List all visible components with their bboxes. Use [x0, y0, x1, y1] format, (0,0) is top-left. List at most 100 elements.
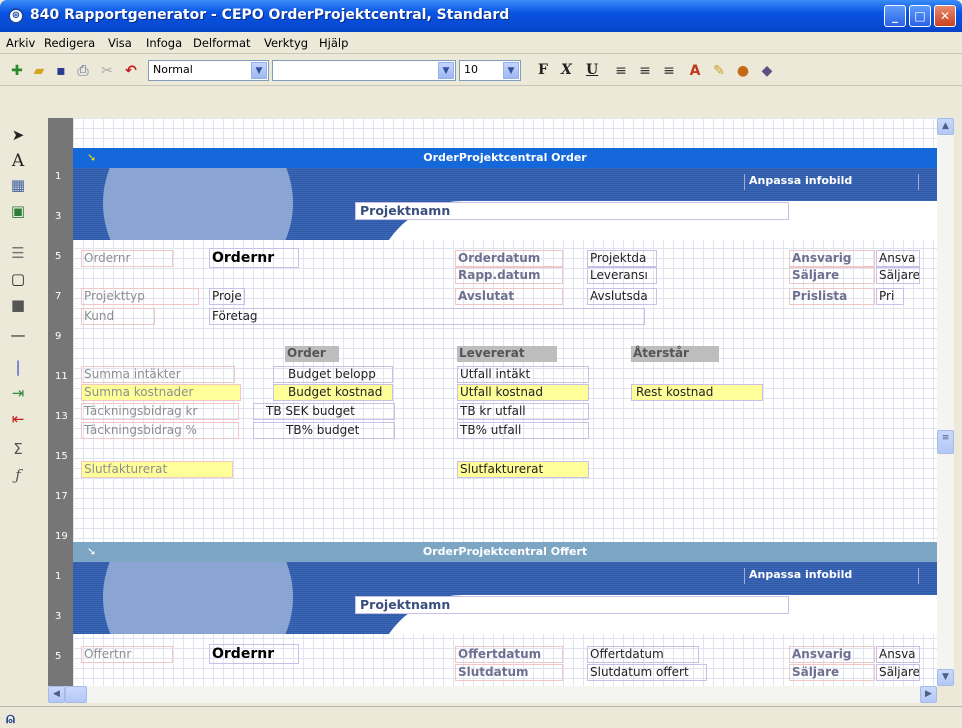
row-label: Täckningsbidrag kr: [81, 403, 239, 420]
row-lev-value[interactable]: TB% utfall: [457, 422, 589, 439]
arrow-icon: ➘: [87, 151, 97, 164]
kund-label: Kund: [81, 308, 155, 325]
rapp-datum-value[interactable]: Leveransı: [587, 267, 657, 284]
projekttyp-value[interactable]: Proje: [209, 288, 245, 305]
col-header-order: Order: [285, 346, 339, 362]
avslutat-value[interactable]: Avslutsda: [587, 288, 657, 305]
table-icon[interactable]: ▦: [7, 174, 29, 196]
anpassa-infobild-label[interactable]: Anpassa infobild: [744, 174, 919, 190]
vertical-ruler: [48, 118, 73, 686]
italic-button[interactable]: X: [561, 62, 572, 78]
section-title: OrderProjektcentral Order: [423, 151, 587, 164]
style-combo[interactable]: Normal ▼: [148, 60, 269, 81]
row-lev-value[interactable]: Utfall intäkt: [457, 366, 589, 383]
undo-icon[interactable]: ↶: [122, 62, 140, 80]
vertical-scrollbar[interactable]: ▲ ≡ ▼: [937, 118, 954, 686]
anpassa-infobild-label[interactable]: Anpassa infobild: [744, 568, 919, 584]
highlight-icon[interactable]: ✎: [710, 62, 728, 80]
row-lev-value[interactable]: TB kr utfall: [457, 403, 589, 420]
align-left-icon[interactable]: ≡: [612, 62, 630, 80]
text-tool-icon[interactable]: A: [7, 150, 29, 172]
orderdatum-value[interactable]: Projektda: [587, 250, 657, 267]
report-canvas[interactable]: ➘ OrderProjektcentral Order Anpassa info…: [73, 118, 937, 686]
font-combo[interactable]: ▼: [272, 60, 456, 81]
ruler-mark: 5: [55, 651, 62, 662]
row-order-value[interactable]: TB SEK budget: [253, 403, 395, 420]
sum-icon[interactable]: Σ: [7, 438, 29, 460]
ruler-mark: 3: [55, 211, 62, 222]
saljare-value[interactable]: Säljare: [876, 267, 920, 284]
chevron-down-icon[interactable]: ▼: [251, 62, 267, 79]
menu-delformat[interactable]: Delformat: [193, 36, 251, 50]
row-order-value[interactable]: Budget belopp: [273, 366, 393, 383]
horizontal-scrollbar[interactable]: ◀ ▶: [48, 686, 937, 703]
menu-arkiv[interactable]: Arkiv: [6, 36, 35, 50]
ansvarig-value[interactable]: Ansva: [876, 250, 920, 267]
pointer-icon[interactable]: ➤: [7, 124, 29, 146]
save-icon[interactable]: ▪: [52, 62, 70, 80]
size-combo[interactable]: 10 ▼: [459, 60, 521, 81]
ansvarig-value[interactable]: Ansva: [876, 646, 920, 663]
filled-rectangle-icon[interactable]: ■: [7, 294, 29, 316]
function-icon[interactable]: ƒ: [7, 464, 29, 486]
scroll-thumb[interactable]: [65, 686, 87, 703]
kund-value[interactable]: Företag: [209, 308, 645, 325]
rectangle-icon[interactable]: ▢: [7, 268, 29, 290]
menu-infoga[interactable]: Infoga: [146, 36, 182, 50]
row-order-value[interactable]: Budget kostnad: [273, 384, 393, 401]
bold-button[interactable]: F: [538, 62, 548, 78]
offertdatum-value[interactable]: Offertdatum: [587, 646, 699, 663]
menu-redigera[interactable]: Redigera: [44, 36, 95, 50]
palette-icon[interactable]: ●: [734, 62, 752, 80]
size-value: 10: [464, 63, 478, 76]
style-value: Normal: [153, 63, 193, 76]
scroll-right-icon[interactable]: ▶: [920, 686, 937, 703]
ruler-mark: 1: [55, 571, 62, 582]
horizontal-line-icon[interactable]: —: [7, 324, 29, 346]
row-ater-value[interactable]: Rest kostnad: [631, 384, 763, 401]
section-bar-order[interactable]: ➘ OrderProjektcentral Order: [73, 148, 937, 168]
app-icon: ⊛: [8, 8, 24, 24]
cut-icon[interactable]: ✂: [98, 62, 116, 80]
menu-hjalp[interactable]: Hjälp: [319, 36, 348, 50]
chevron-down-icon[interactable]: ▼: [503, 62, 519, 79]
remove-field-icon[interactable]: ⇤: [7, 408, 29, 430]
prislista-value[interactable]: Pri: [876, 288, 904, 305]
open-folder-icon[interactable]: ▰: [30, 62, 48, 80]
underline-button[interactable]: U: [586, 62, 598, 78]
projektnamn-field[interactable]: Projektnamn: [355, 202, 789, 220]
saljare-value[interactable]: Säljare: [876, 664, 920, 681]
insert-field-icon[interactable]: ⇥: [7, 382, 29, 404]
eraser-icon[interactable]: ◆: [758, 62, 776, 80]
chevron-down-icon[interactable]: ▼: [438, 62, 454, 79]
ruler-mark: 5: [55, 251, 62, 262]
ruler-mark: 13: [55, 411, 68, 422]
ordernr-value[interactable]: Ordernr: [209, 248, 299, 268]
scroll-left-icon[interactable]: ◀: [48, 686, 65, 703]
maximize-button[interactable]: □: [909, 5, 931, 27]
scroll-down-icon[interactable]: ▼: [937, 669, 954, 686]
projektnamn-field[interactable]: Projektnamn: [355, 596, 789, 614]
scroll-thumb[interactable]: ≡: [937, 430, 954, 454]
scroll-up-icon[interactable]: ▲: [937, 118, 954, 135]
section-bar-offert[interactable]: ➘ OrderProjektcentral Offert: [73, 542, 937, 562]
menu-visa[interactable]: Visa: [108, 36, 132, 50]
row-order-value[interactable]: TB% budget: [253, 422, 395, 439]
align-right-icon[interactable]: ≡: [660, 62, 678, 80]
slutfakturerat-value[interactable]: Slutfakturerat: [457, 461, 589, 478]
offertnr-value[interactable]: Ordernr: [209, 644, 299, 664]
image-icon[interactable]: ▣: [7, 200, 29, 222]
slutdatum-value[interactable]: Slutdatum offert: [587, 664, 707, 681]
menu-verktyg[interactable]: Verktyg: [264, 36, 308, 50]
minimize-button[interactable]: _: [884, 5, 906, 27]
align-center-icon[interactable]: ≡: [636, 62, 654, 80]
vertical-line-icon[interactable]: |: [7, 356, 29, 378]
list-icon[interactable]: ☰: [7, 242, 29, 264]
font-color-icon[interactable]: A: [686, 62, 704, 80]
ruler-mark: 15: [55, 451, 68, 462]
new-icon[interactable]: ✚: [8, 62, 26, 80]
close-button[interactable]: ✕: [934, 5, 956, 27]
row-lev-value[interactable]: Utfall kostnad: [457, 384, 589, 401]
print-preview-icon[interactable]: ⎙: [74, 62, 92, 80]
ruler-mark: 7: [55, 291, 62, 302]
